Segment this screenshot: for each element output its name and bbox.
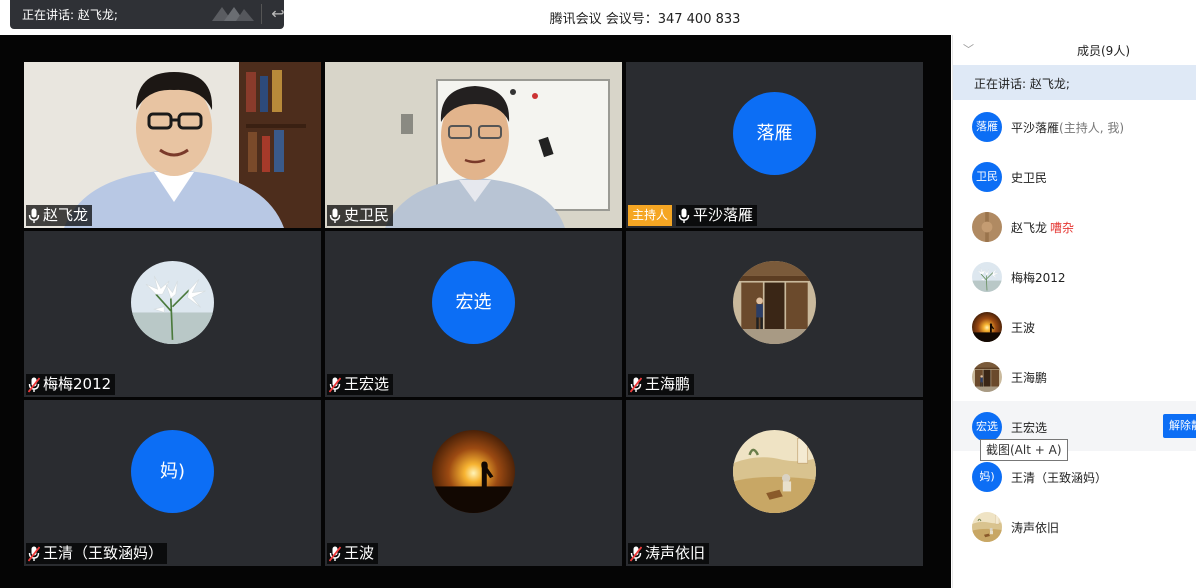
- screenshot-tooltip: 截图(Alt + A): [980, 439, 1068, 461]
- mic-icon: [678, 208, 690, 224]
- video-tile[interactable]: 王波: [325, 400, 622, 566]
- member-item[interactable]: 王波: [953, 301, 1196, 351]
- panel-title: 成员(9人): [1077, 44, 1130, 58]
- avatar: 妈): [131, 430, 214, 513]
- speaking-toast-text: 正在讲话: 赵飞龙;: [22, 8, 118, 22]
- title-bar: 腾讯会议 会议号：347 400 833 正在讲话: 赵飞龙; ↩: [0, 0, 1196, 35]
- participant-name: 王波: [344, 544, 375, 562]
- participant-name-tag: 赵飞龙: [26, 205, 93, 226]
- avatar: 落雁: [972, 112, 1002, 142]
- member-role: (主持人, 我): [1059, 121, 1125, 135]
- participant-name-tag: 王宏选: [327, 374, 394, 395]
- host-badge: 主持人: [628, 205, 673, 226]
- mic-icon: [329, 208, 341, 224]
- avatar: [972, 362, 1002, 392]
- member-item[interactable]: 涛声依旧: [953, 501, 1196, 551]
- camera-feed: [24, 62, 321, 228]
- participant-name-tag: 平沙落雁: [676, 205, 758, 226]
- member-name-line: 平沙落雁(主持人, 我): [1011, 119, 1124, 136]
- speaking-indicator: 正在讲话: 赵飞龙;: [953, 65, 1196, 100]
- avatar: [972, 212, 1002, 242]
- video-gallery: 赵飞龙 史卫民 落雁 主持人 平沙落雁 梅梅2012 宏选 王宏选 王海鹏 妈)…: [0, 35, 951, 588]
- avatar: 卫民: [972, 162, 1002, 192]
- avatar: [972, 312, 1002, 342]
- toast-separator: [261, 4, 262, 24]
- avatar: [733, 430, 816, 513]
- participant-name-tag: 史卫民: [327, 205, 394, 226]
- avatar: 宏选: [432, 261, 515, 344]
- video-tile[interactable]: 妈) 王清（王致涵妈）: [24, 400, 321, 566]
- avatar: [972, 512, 1002, 542]
- participant-name: 王宏选: [344, 375, 390, 393]
- video-tile[interactable]: 宏选 王宏选: [325, 231, 622, 397]
- chevron-down-icon[interactable]: ﹀: [963, 41, 974, 57]
- member-name: 涛声依旧: [1011, 521, 1060, 535]
- video-tile[interactable]: 梅梅2012: [24, 231, 321, 397]
- member-name: 王海鹏: [1011, 371, 1048, 385]
- mic-muted-icon: [28, 377, 40, 393]
- member-name: 梅梅2012: [1011, 271, 1066, 285]
- participant-name: 王清（王致涵妈）: [43, 544, 164, 562]
- mic-muted-icon: [329, 377, 341, 393]
- avatar: [131, 261, 214, 344]
- video-tile[interactable]: 史卫民: [325, 62, 622, 228]
- member-item[interactable]: 落雁 平沙落雁(主持人, 我): [953, 101, 1196, 151]
- avatar: [972, 262, 1002, 292]
- participant-name-tag: 涛声依旧: [628, 543, 710, 564]
- participant-name-tag: 王海鹏: [628, 374, 695, 395]
- member-item[interactable]: 梅梅2012: [953, 251, 1196, 301]
- member-name-line: 赵飞龙 嘈杂: [1011, 219, 1074, 236]
- speaking-toast: 正在讲话: 赵飞龙; ↩: [10, 0, 285, 29]
- mic-muted-icon: [630, 546, 642, 562]
- member-name: 王波: [1011, 321, 1036, 335]
- tencent-meeting-logo-icon: [212, 7, 254, 21]
- mic-muted-icon: [28, 546, 40, 562]
- panel-header: ﹀ 成员(9人): [953, 35, 1196, 65]
- participant-name: 赵飞龙: [43, 206, 89, 224]
- member-name: 史卫民: [1011, 171, 1048, 185]
- speaking-indicator-text: 正在讲话: 赵飞龙;: [974, 77, 1070, 91]
- video-tile[interactable]: 王海鹏: [626, 231, 923, 397]
- avatar: 落雁: [733, 92, 816, 175]
- member-item[interactable]: 赵飞龙 嘈杂: [953, 201, 1196, 251]
- member-name: 平沙落雁: [1011, 121, 1060, 135]
- member-item[interactable]: 王海鹏: [953, 351, 1196, 401]
- video-tile[interactable]: 落雁 主持人 平沙落雁: [626, 62, 923, 228]
- participant-name: 史卫民: [344, 206, 390, 224]
- participant-name: 涛声依旧: [645, 544, 706, 562]
- camera-feed: [325, 62, 622, 228]
- avatar: [733, 261, 816, 344]
- avatar: 宏选: [972, 412, 1002, 442]
- mic-muted-icon: [630, 377, 642, 393]
- member-name: 王清（王致涵妈）: [1011, 471, 1108, 485]
- mic-muted-icon: [329, 546, 341, 562]
- avatar: [432, 430, 515, 513]
- member-name: 王宏选: [1011, 421, 1048, 435]
- participant-name-tag: 王清（王致涵妈）: [26, 543, 168, 564]
- avatar: 妈): [972, 462, 1002, 492]
- participant-name: 王海鹏: [645, 375, 691, 393]
- unmute-button[interactable]: 解除静音: [1163, 414, 1196, 438]
- member-item[interactable]: 卫民 史卫民: [953, 151, 1196, 201]
- noisy-status: 嘈杂: [1050, 221, 1075, 235]
- participant-name-tag: 王波: [327, 543, 379, 564]
- participant-name-tag: 梅梅2012: [26, 374, 116, 395]
- return-arrow-icon[interactable]: ↩: [267, 3, 289, 25]
- participant-name: 梅梅2012: [43, 375, 112, 393]
- mic-icon: [28, 208, 40, 224]
- participant-name: 平沙落雁: [693, 206, 754, 224]
- member-name: 赵飞龙: [1011, 221, 1048, 235]
- members-panel: ﹀ 成员(9人) 正在讲话: 赵飞龙; 落雁 平沙落雁(主持人, 我) 卫民 史…: [952, 35, 1196, 588]
- video-tile[interactable]: 涛声依旧: [626, 400, 923, 566]
- video-tile[interactable]: 赵飞龙: [24, 62, 321, 228]
